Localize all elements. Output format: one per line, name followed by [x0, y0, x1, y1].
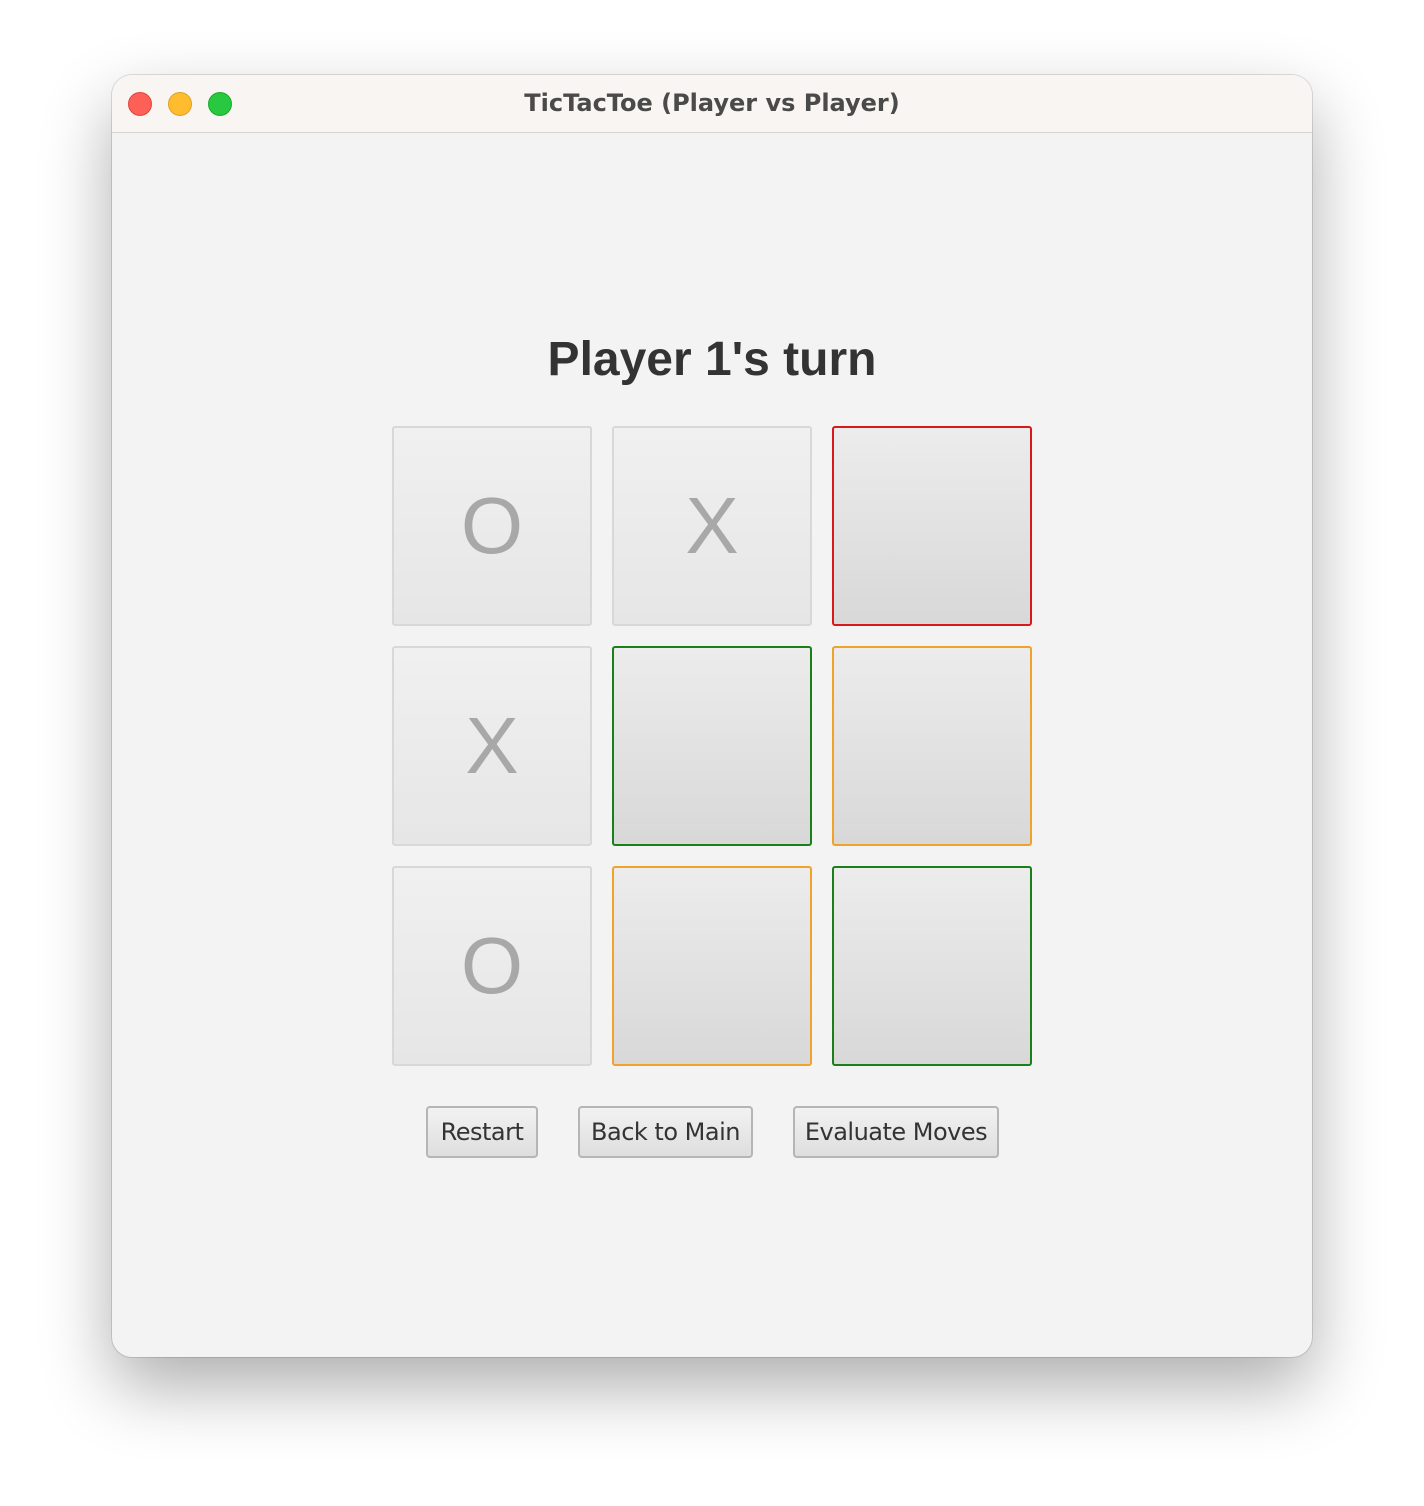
- board-cell-4[interactable]: X: [392, 646, 592, 846]
- board-cell-5[interactable]: [612, 646, 812, 846]
- board-cell-7[interactable]: O: [392, 866, 592, 1066]
- window-title: TicTacToe (Player vs Player): [524, 89, 900, 117]
- evaluate-moves-button[interactable]: Evaluate Moves: [793, 1106, 999, 1158]
- title-bar: TicTacToe (Player vs Player): [112, 75, 1312, 133]
- board-cell-6[interactable]: [832, 646, 1032, 846]
- turn-status: Player 1's turn: [547, 333, 877, 386]
- board-cell-3[interactable]: [832, 426, 1032, 626]
- app-window: TicTacToe (Player vs Player) Player 1's …: [112, 75, 1312, 1357]
- board-cell-2[interactable]: X: [612, 426, 812, 626]
- board-cell-1[interactable]: O: [392, 426, 592, 626]
- restart-button[interactable]: Restart: [426, 1106, 538, 1158]
- board-cell-8[interactable]: [612, 866, 812, 1066]
- back-to-main-button[interactable]: Back to Main: [578, 1106, 753, 1158]
- board-cell-9[interactable]: [832, 866, 1032, 1066]
